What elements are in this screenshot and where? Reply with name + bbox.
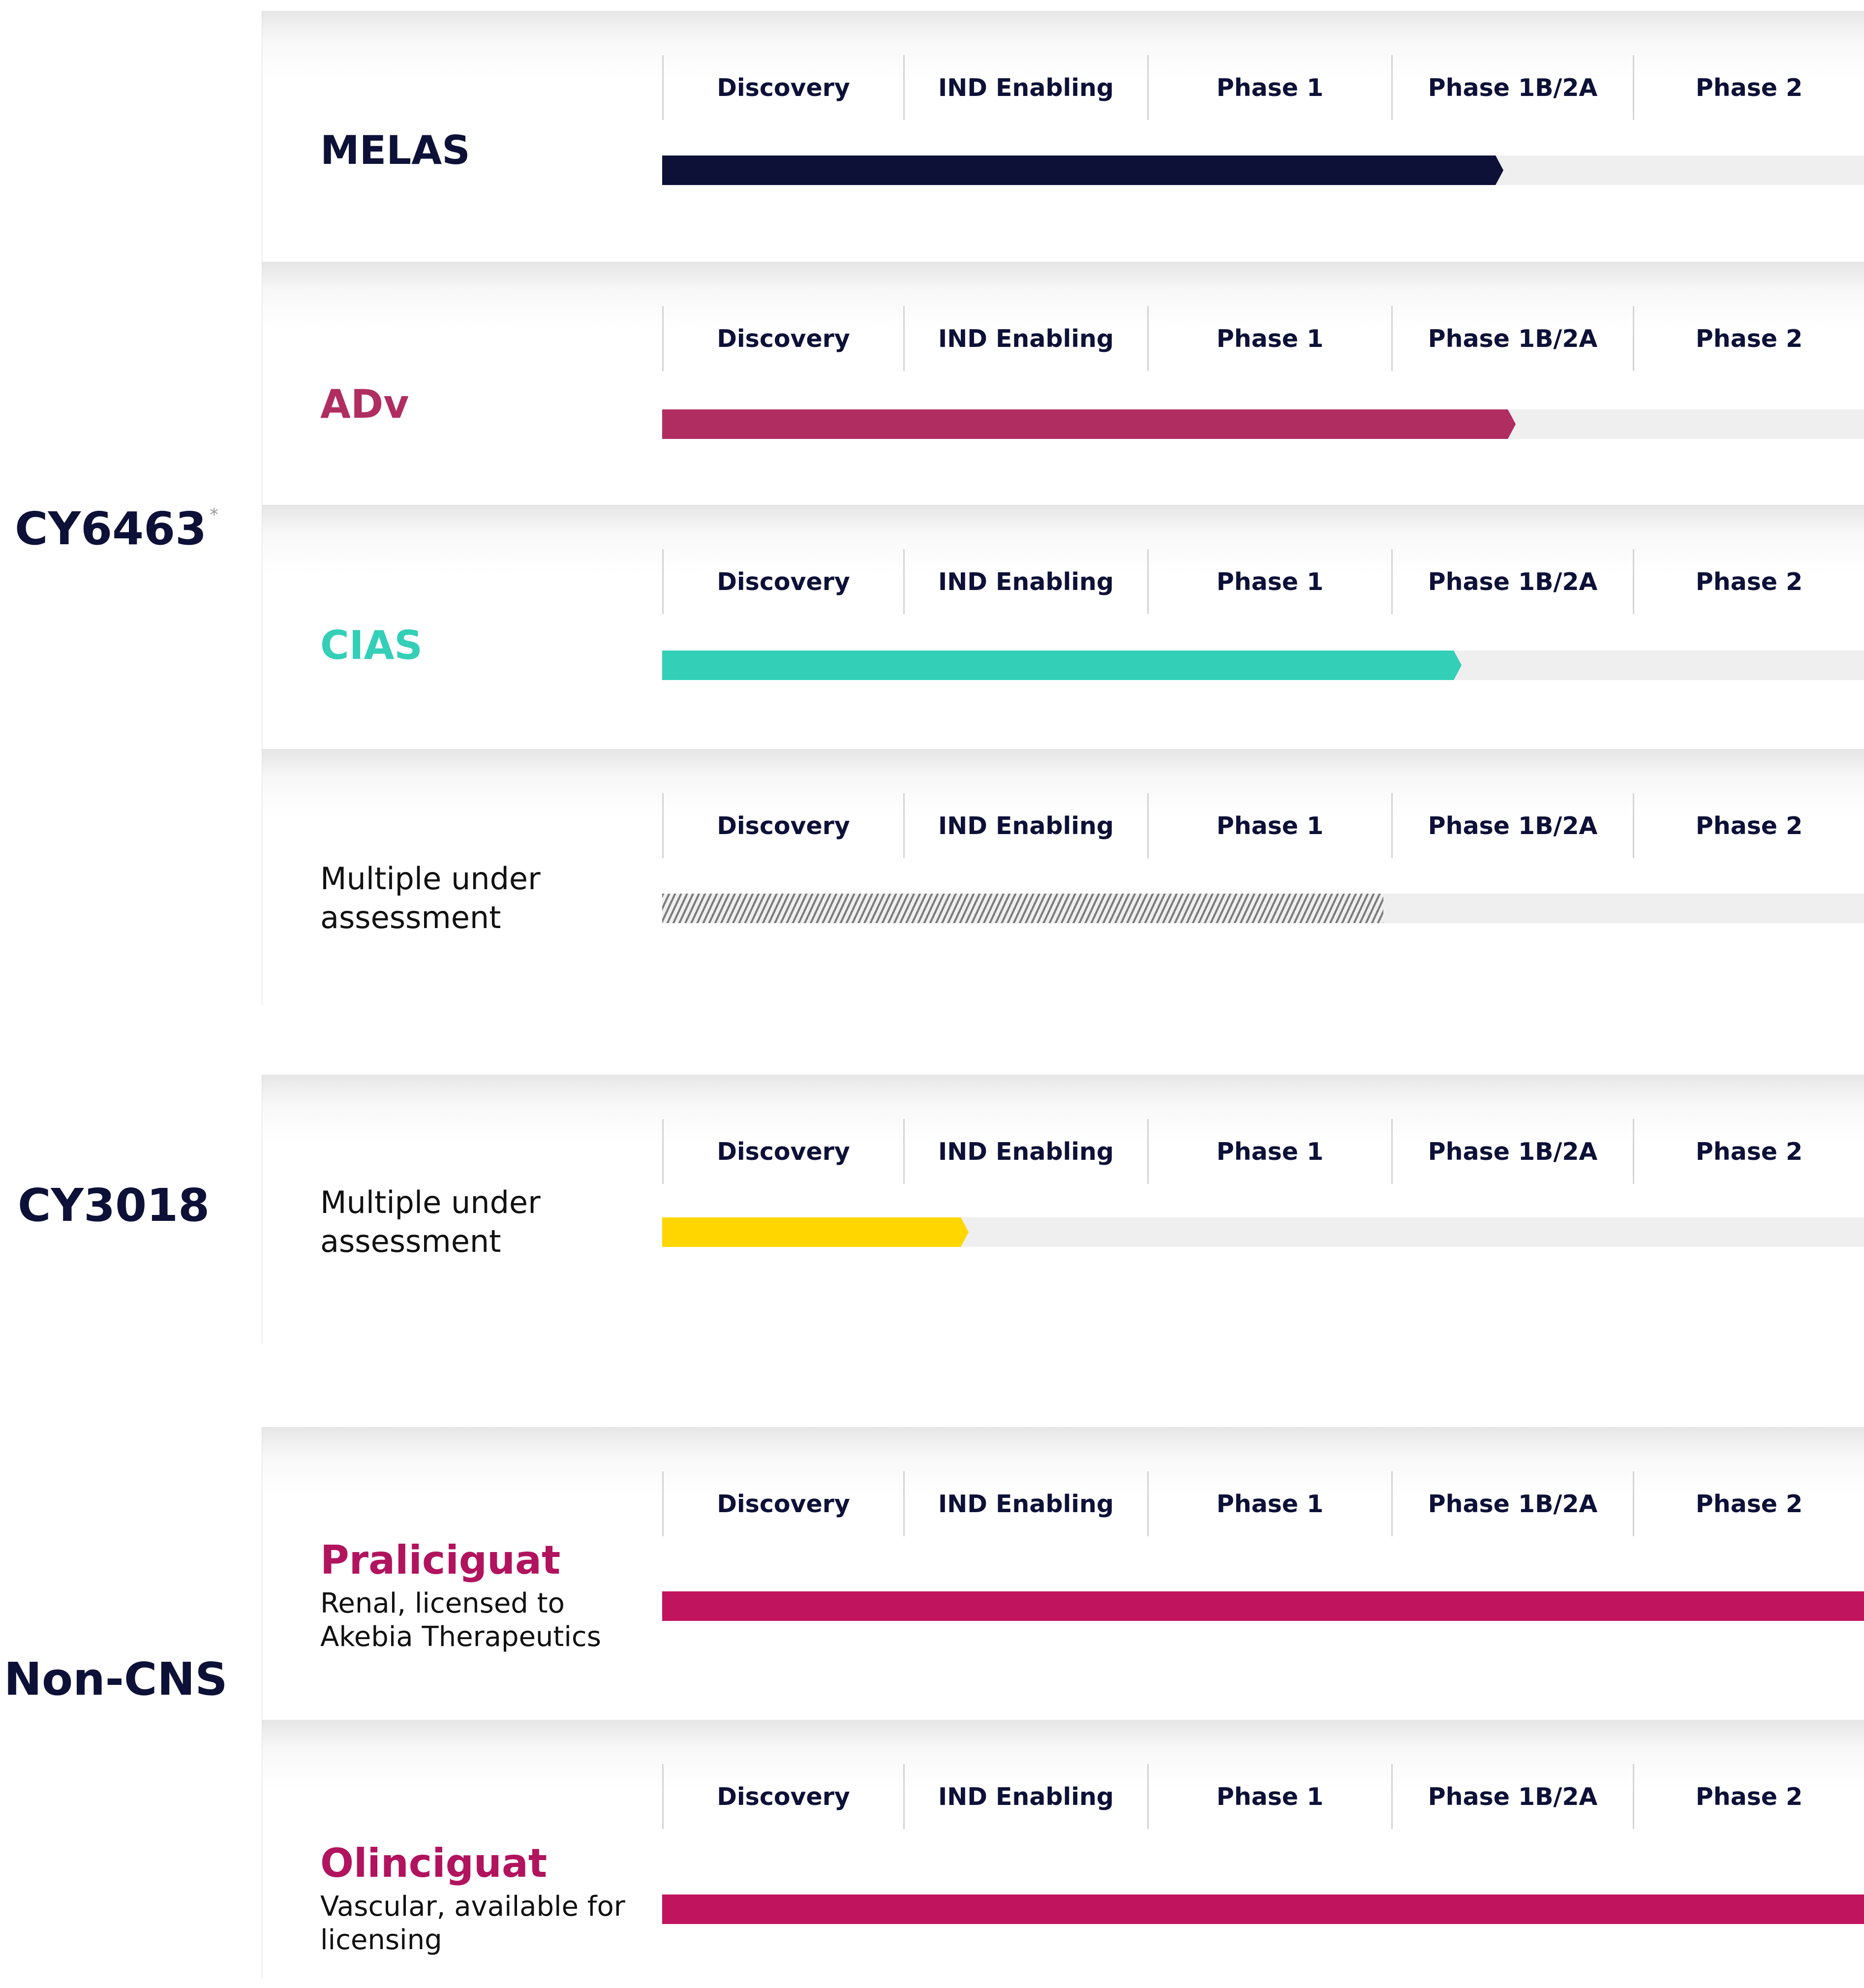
indication-label: CIAS	[320, 601, 635, 690]
group-label-text: CY3018	[18, 1179, 210, 1232]
phase-label: IND Enabling	[903, 1764, 1147, 1829]
footnote-marker: *	[210, 505, 219, 526]
phase-label: Discovery	[662, 1119, 903, 1184]
progress-bar	[662, 1895, 1864, 1924]
indication-label: MELAS	[320, 106, 635, 195]
phase-label: Phase 2	[1633, 1764, 1864, 1829]
indication-label: Multiple under assessment	[320, 1178, 635, 1267]
pipeline-row: MELAS Discovery IND Enabling Phase 1 Phase 1…	[262, 11, 1864, 262]
progress-track	[662, 409, 1864, 439]
progress-bar	[662, 155, 1503, 185]
phase-label: Phase 2	[1633, 1119, 1864, 1184]
pipeline-row: CIAS Discovery IND Enabling Phase 1 Phase 1B…	[262, 505, 1864, 749]
progress-track	[662, 651, 1864, 680]
phase-label: IND Enabling	[903, 793, 1147, 858]
phase-label: IND Enabling	[903, 549, 1147, 614]
progress-track	[662, 155, 1864, 185]
phase-label: Phase 1	[1147, 1764, 1391, 1829]
progress-track	[662, 1895, 1864, 1924]
pipeline-row: Multiple under assessment Discovery IND En…	[262, 1075, 1864, 1343]
indication-name: MELAS	[320, 127, 470, 173]
phase-label: IND Enabling	[903, 306, 1147, 371]
phase-label: Phase 2	[1633, 793, 1864, 858]
phase-label: Phase 1	[1147, 549, 1391, 614]
group-label-text: Non-CNS	[4, 1653, 228, 1706]
phase-label: IND Enabling	[903, 1119, 1147, 1184]
phase-label: Discovery	[662, 55, 903, 120]
phase-label: Phase 1	[1147, 1471, 1391, 1536]
progress-track	[662, 1217, 1864, 1247]
indication-name: Praliciguat	[320, 1537, 561, 1583]
phase-label: Discovery	[662, 1471, 903, 1536]
pipeline-row: Praliciguat Renal, licensed to Akebia The…	[262, 1427, 1864, 1720]
phase-label: Phase 1	[1147, 55, 1391, 120]
pipeline-chart: CY6463 * CY3018 Non-CNS MELAS Discovery IND En…	[0, 0, 1864, 1979]
phase-label: IND Enabling	[903, 55, 1147, 120]
phase-label: Discovery	[662, 1764, 903, 1829]
group-label: Non-CNS	[4, 1657, 228, 1702]
group-label: CY6463 *	[15, 506, 218, 552]
indication-subtext: Renal, licensed to Akebia Therapeutics	[320, 1587, 601, 1653]
indication-name: Olinciguat	[320, 1840, 548, 1886]
phase-label: Phase 1B/2A	[1391, 55, 1633, 120]
phase-label: Phase 2	[1633, 1471, 1864, 1536]
phase-label: Phase 1	[1147, 306, 1391, 371]
phase-label: Phase 1B/2A	[1391, 1764, 1633, 1829]
phase-label: Discovery	[662, 549, 903, 614]
indication-name: ADv	[320, 381, 409, 427]
indication-label: Olinciguat Vascular, available for licens…	[320, 1811, 635, 1988]
indication-subtext: Vascular, available for licensing	[320, 1890, 625, 1956]
pipeline-row: ADv Discovery IND Enabling Phase 1 Phase 1B/…	[262, 262, 1864, 505]
phase-label: Phase 1	[1147, 1119, 1391, 1184]
indication-text: Multiple under assessment	[320, 1184, 541, 1259]
phase-label: Phase 1B/2A	[1391, 1471, 1633, 1536]
phase-label: IND Enabling	[903, 1471, 1147, 1536]
progress-bar	[662, 1217, 969, 1247]
phase-label: Phase 2	[1633, 55, 1864, 120]
progress-bar	[662, 894, 1383, 923]
group-label: CY3018	[18, 1183, 210, 1228]
indication-text: Multiple under assessment	[320, 861, 541, 935]
group-label-text: CY6463	[15, 502, 207, 556]
phase-label: Discovery	[662, 306, 903, 371]
indication-label: ADv	[320, 360, 635, 449]
phase-label: Phase 1B/2A	[1391, 793, 1633, 858]
pipeline-row: Multiple under assessment Discovery IND En…	[262, 749, 1864, 1005]
progress-bar	[662, 1591, 1864, 1621]
phase-label: Phase 1B/2A	[1391, 549, 1633, 614]
phase-label: Phase 2	[1633, 306, 1864, 371]
indication-label: Multiple under assessment	[320, 854, 635, 943]
phase-label: Discovery	[662, 793, 903, 858]
pipeline-row: Olinciguat Vascular, available for licens…	[262, 1720, 1864, 1979]
progress-bar	[662, 409, 1516, 439]
indication-label: Praliciguat Renal, licensed to Akebia The…	[320, 1508, 635, 1685]
phase-label: Phase 1	[1147, 793, 1391, 858]
phase-label: Phase 1B/2A	[1391, 1119, 1633, 1184]
phase-label: Phase 1B/2A	[1391, 306, 1633, 371]
progress-bar	[662, 651, 1462, 680]
phase-label: Phase 2	[1633, 549, 1864, 614]
indication-name: CIAS	[320, 622, 423, 668]
progress-track	[662, 894, 1864, 923]
progress-track	[662, 1591, 1864, 1621]
